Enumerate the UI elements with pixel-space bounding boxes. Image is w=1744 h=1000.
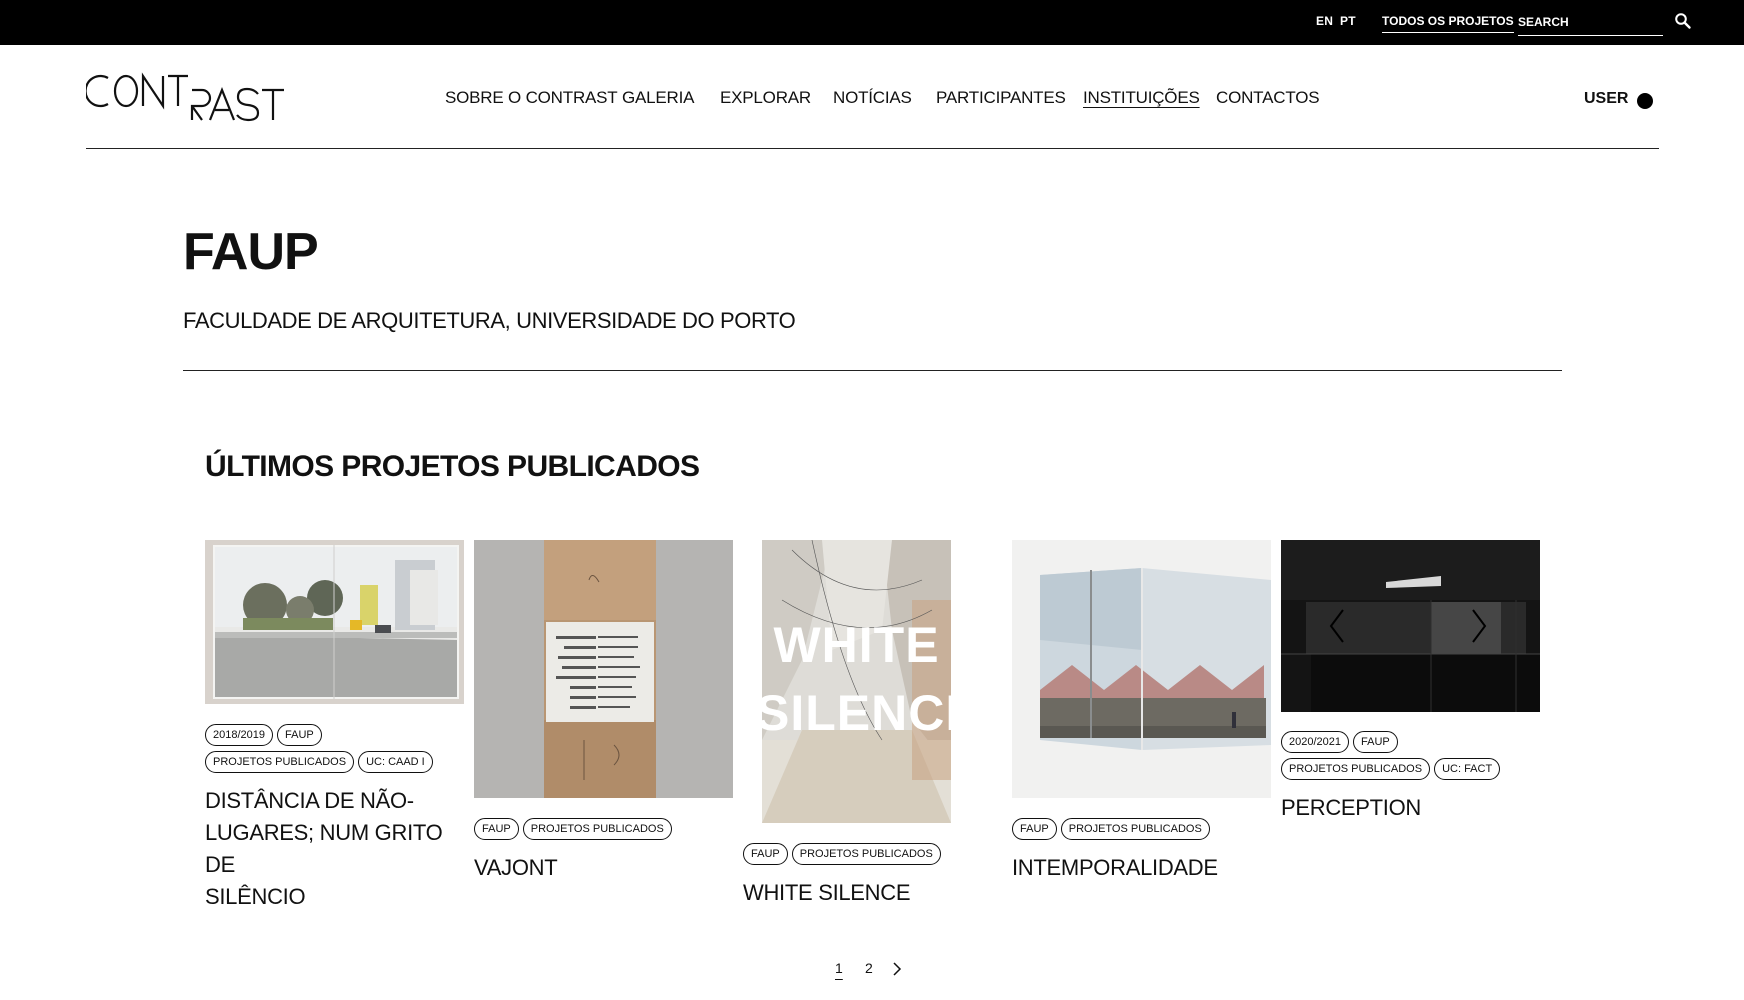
tag-chip[interactable]: 2020/2021 (1281, 731, 1349, 753)
project-title[interactable]: VAJONT (474, 852, 733, 884)
tag-chip[interactable]: FAUP (1353, 731, 1398, 753)
project-title-line: WHITE SILENCE (743, 880, 911, 905)
section-title: ÚLTIMOS PROJETOS PUBLICADOS (205, 450, 700, 483)
tag-chip[interactable]: PROJETOS PUBLICADOS (791, 843, 941, 865)
project-thumbnail[interactable]: WHITE SILENCE (762, 540, 951, 823)
tag-chip[interactable]: PROJETOS PUBLICADOS (522, 818, 672, 840)
user-menu-label[interactable]: USER (1584, 90, 1628, 108)
project-title[interactable]: DISTÂNCIA DE NÃO- LUGARES; NUM GRITO DE … (205, 785, 464, 913)
nav-contactos[interactable]: CONTACTOS (1216, 88, 1320, 108)
contrast-logo[interactable] (84, 72, 286, 122)
nav-noticias[interactable]: NOTÍCIAS (833, 88, 912, 108)
project-title-line: INTEMPORALIDADE (1012, 855, 1218, 880)
page-title: FAUP (183, 223, 319, 281)
project-title-line: DISTÂNCIA DE NÃO- (205, 788, 414, 813)
project-tags: FAUP PROJETOS PUBLICADOS (474, 818, 744, 845)
all-projects-link[interactable]: TODOS OS PROJETOS (1382, 14, 1514, 33)
search-input[interactable] (1518, 10, 1663, 34)
project-title[interactable]: PERCEPTION (1281, 792, 1540, 824)
nav-instituicoes[interactable]: INSTITUIÇÕES (1083, 88, 1200, 108)
pagination-page-1[interactable]: 1 (835, 960, 843, 976)
project-title-line: SILÊNCIO (205, 884, 306, 909)
project-overlay-text: WHITE (773, 617, 940, 673)
tag-chip[interactable]: FAUP (277, 724, 322, 746)
project-title-line: LUGARES; NUM GRITO DE (205, 820, 443, 877)
project-title-line: VAJONT (474, 855, 558, 880)
project-title[interactable]: WHITE SILENCE (743, 877, 1002, 909)
project-tags: FAUP PROJETOS PUBLICADOS (1012, 818, 1282, 845)
project-thumbnail[interactable] (1281, 540, 1540, 712)
project-thumbnail[interactable] (205, 540, 464, 704)
search-icon[interactable] (1674, 12, 1692, 30)
top-bar: EN PT TODOS OS PROJETOS (0, 0, 1744, 45)
carousel-prev-icon[interactable] (1329, 608, 1345, 644)
project-title[interactable]: INTEMPORALIDADE (1012, 852, 1271, 884)
language-pt-link[interactable]: PT (1340, 14, 1356, 28)
institution-full-name: FACULDADE DE ARQUITETURA, UNIVERSIDADE D… (183, 308, 796, 333)
pagination-next-icon[interactable] (891, 962, 903, 976)
nav-sobre-o-contrast[interactable]: SOBRE O CONTRAST (445, 88, 618, 108)
project-tags: 2020/2021 FAUP PROJETOS PUBLICADOS UC: FAC… (1281, 731, 1551, 785)
header-divider (86, 148, 1659, 149)
tag-chip[interactable]: FAUP (1012, 818, 1057, 840)
tag-chip[interactable]: PROJETOS PUBLICADOS (1281, 758, 1431, 780)
project-overlay-text: SILENCE (762, 685, 951, 741)
project-tags: FAUP PROJETOS PUBLICADOS (743, 843, 1013, 870)
project-thumbnail[interactable] (474, 540, 733, 798)
tag-chip[interactable]: UC: CAAD I (358, 751, 433, 773)
tag-chip[interactable]: PROJETOS PUBLICADOS (1060, 818, 1210, 840)
nav-explorar[interactable]: EXPLORAR (720, 88, 811, 108)
tag-chip[interactable]: 2018/2019 (205, 724, 273, 746)
project-tags: 2018/2019 FAUP PROJETOS PUBLICADOS UC: CAA… (205, 724, 475, 778)
search-field-wrapper (1518, 10, 1663, 36)
tag-chip[interactable]: UC: FACT (1434, 758, 1501, 780)
nav-galeria[interactable]: GALERIA (622, 88, 694, 108)
tag-chip[interactable]: PROJETOS PUBLICADOS (205, 751, 355, 773)
pagination-page-2[interactable]: 2 (865, 960, 873, 976)
tag-chip[interactable]: FAUP (474, 818, 519, 840)
tag-chip[interactable]: FAUP (743, 843, 788, 865)
user-avatar-icon[interactable] (1637, 93, 1653, 109)
carousel-next-icon[interactable] (1471, 608, 1487, 644)
nav-participantes[interactable]: PARTICIPANTES (936, 88, 1066, 108)
project-thumbnail[interactable] (1012, 540, 1271, 798)
language-en-link[interactable]: EN (1316, 14, 1333, 28)
institution-divider (183, 370, 1562, 371)
project-title-line: PERCEPTION (1281, 795, 1422, 820)
